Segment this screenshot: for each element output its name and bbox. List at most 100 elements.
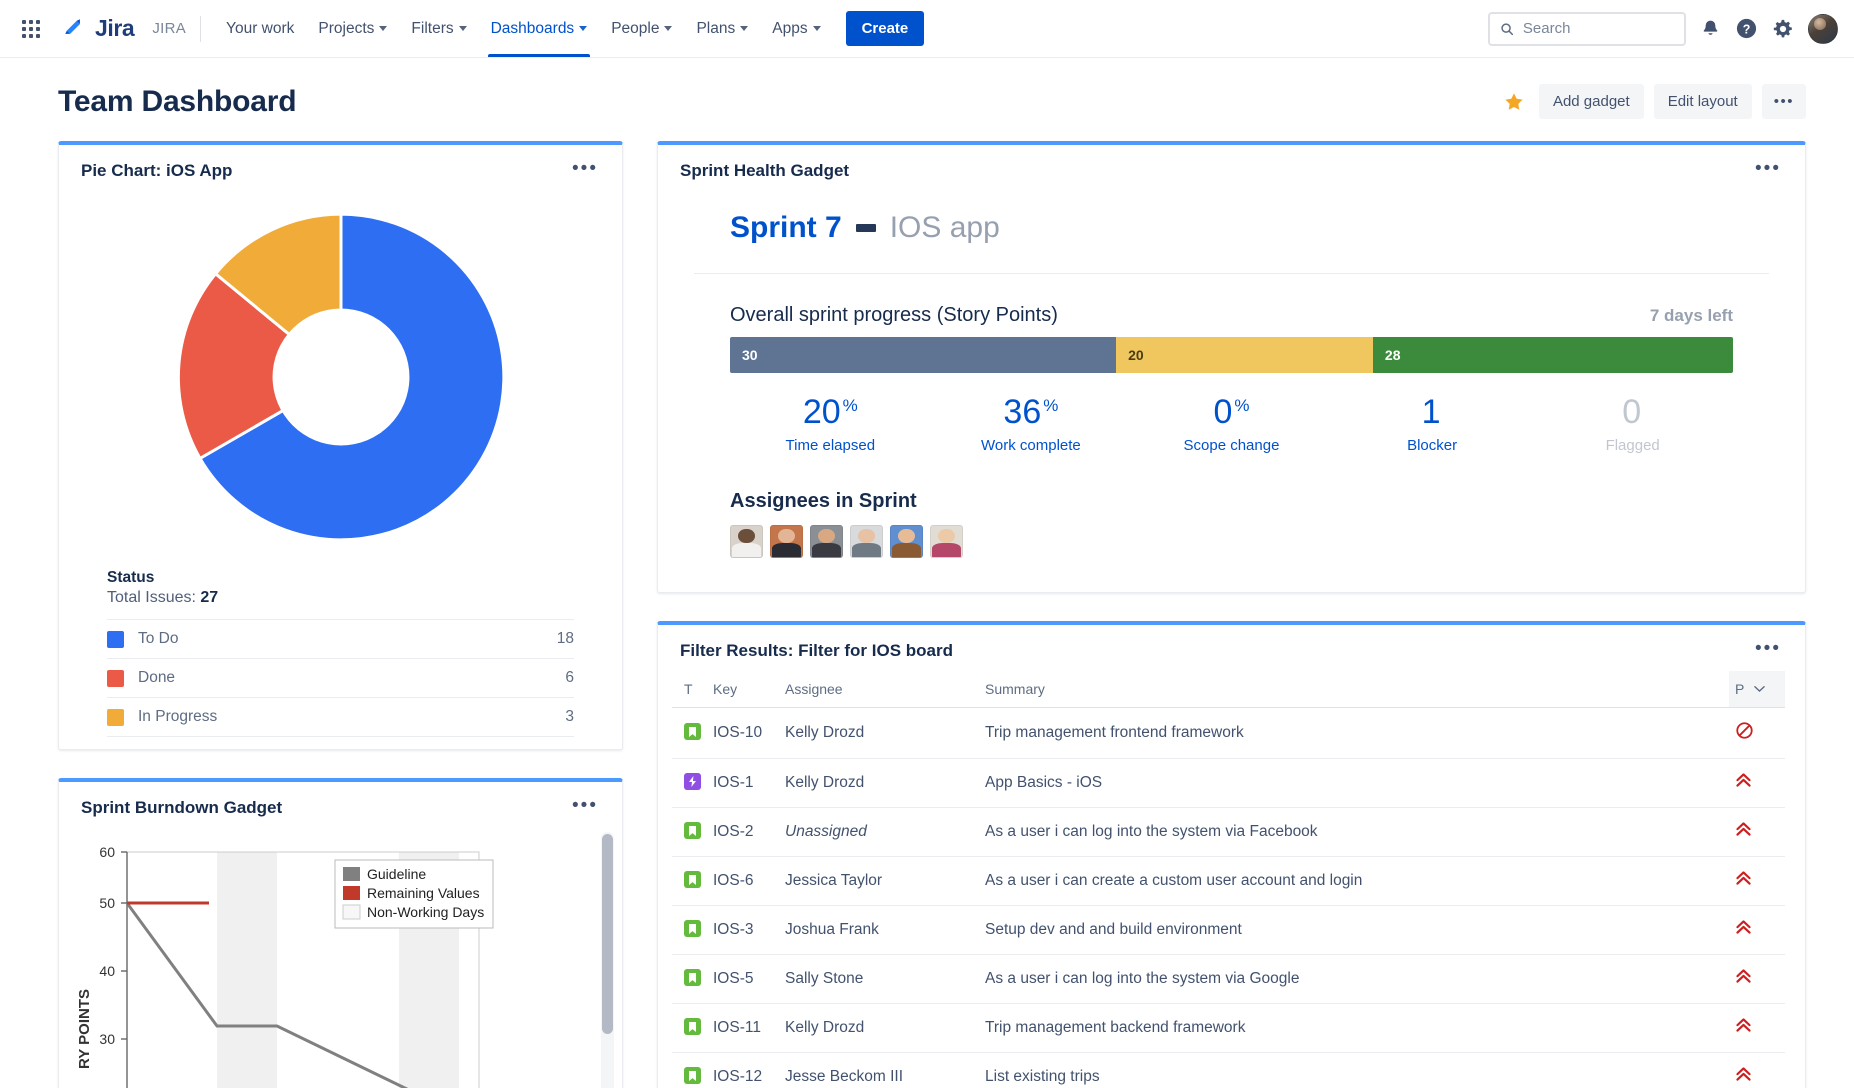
priority-highest-icon [1735, 870, 1752, 887]
dashboard-column-right: Sprint Health Gadget ••• Sprint 7 IOS ap… [657, 141, 1806, 1088]
create-button[interactable]: Create [846, 11, 925, 46]
edit-layout-button[interactable]: Edit layout [1654, 84, 1752, 119]
gadget-title: Filter Results: Filter for IOS board [680, 641, 953, 661]
legend-row-to-do[interactable]: To Do 18 [107, 620, 574, 659]
help-button[interactable]: ? [1735, 17, 1758, 40]
issue-summary-link[interactable]: App Basics - iOS [979, 758, 1729, 807]
table-row[interactable]: IOS-1 Kelly Drozd App Basics - iOS [672, 758, 1785, 807]
scrollbar-thumb[interactable] [602, 834, 613, 1034]
issue-summary-link[interactable]: Trip management backend framework [979, 1003, 1729, 1052]
metric-flagged: 0 Flagged [1532, 395, 1733, 454]
nav-divider [200, 16, 201, 42]
assignee-avatar-5[interactable] [890, 525, 923, 558]
settings-button[interactable] [1772, 18, 1794, 40]
gadget-more-actions-button[interactable]: ••• [1751, 641, 1785, 657]
nav-item-dashboards[interactable]: Dashboards [480, 0, 599, 57]
legend-swatch-icon [107, 670, 124, 687]
assignee-avatar-3[interactable] [810, 525, 843, 558]
favorite-star-button[interactable] [1499, 87, 1529, 117]
app-switcher-button[interactable] [14, 12, 48, 46]
add-gadget-button[interactable]: Add gadget [1539, 84, 1644, 119]
brand-name: Jira [95, 15, 134, 42]
nav-item-apps[interactable]: Apps [761, 0, 831, 57]
nav-item-plans[interactable]: Plans [685, 0, 759, 57]
column-header-summary[interactable]: Summary [979, 671, 1729, 708]
assignee-avatar-2[interactable] [770, 525, 803, 558]
issue-summary-link[interactable]: As a user i can create a custom user acc… [979, 856, 1729, 905]
burndown-chart-canvas: 60 50 40 30 RY POINTS Guideline Remainin… [59, 822, 622, 1088]
gadget-more-actions-button[interactable]: ••• [568, 161, 602, 177]
issue-assignee: Jesse Beckom III [779, 1052, 979, 1088]
legend-row-done[interactable]: Done 6 [107, 659, 574, 698]
issue-key-link[interactable]: IOS-11 [707, 1003, 779, 1052]
gadget-title: Sprint Health Gadget [680, 161, 849, 181]
issue-key-link[interactable]: IOS-3 [707, 905, 779, 954]
assignee-avatar-6[interactable] [930, 525, 963, 558]
nav-item-projects[interactable]: Projects [307, 0, 398, 57]
progress-segment-inprogress[interactable]: 20 [1116, 337, 1373, 373]
table-row[interactable]: IOS-6 Jessica Taylor As a user i can cre… [672, 856, 1785, 905]
legend-label: In Progress [138, 708, 217, 726]
metric-number: 0 [1622, 393, 1641, 431]
issue-key-link[interactable]: IOS-5 [707, 954, 779, 1003]
legend-swatch-nonworking [343, 905, 360, 919]
issue-summary-link[interactable]: Setup dev and and build environment [979, 905, 1729, 954]
issue-key-link[interactable]: IOS-1 [707, 758, 779, 807]
search-box[interactable] [1488, 12, 1686, 46]
jira-home-link[interactable]: Jira [56, 11, 140, 46]
burndown-scrollbar[interactable] [601, 832, 614, 1088]
column-header-type[interactable]: T [672, 671, 707, 708]
sprint-health-body: Sprint 7 IOS app Overall sprint progress… [658, 185, 1805, 592]
gadget-title: Sprint Burndown Gadget [81, 798, 282, 818]
nav-label: Dashboards [491, 20, 575, 38]
chevron-down-icon[interactable] [1754, 685, 1765, 693]
dashboard-more-actions-button[interactable]: ••• [1762, 84, 1806, 119]
column-header-key[interactable]: Key [707, 671, 779, 708]
sprint-name-link[interactable]: Sprint 7 [730, 211, 842, 245]
column-header-priority[interactable]: P [1729, 671, 1785, 708]
legend-label: To Do [138, 630, 179, 648]
days-left-label: 7 days left [1650, 306, 1733, 326]
progress-segment-done[interactable]: 28 [1373, 337, 1733, 373]
nav-item-your-work[interactable]: Your work [215, 0, 305, 57]
progress-segment-todo[interactable]: 30 [730, 337, 1116, 373]
assignee-avatar-4[interactable] [850, 525, 883, 558]
issue-key-link[interactable]: IOS-10 [707, 707, 779, 758]
legend-row-in-progress[interactable]: In Progress 3 [107, 698, 574, 737]
issue-key-link[interactable]: IOS-6 [707, 856, 779, 905]
profile-avatar[interactable] [1808, 14, 1838, 44]
issue-summary-link[interactable]: List existing trips [979, 1052, 1729, 1088]
nav-item-people[interactable]: People [600, 0, 683, 57]
issue-summary-link[interactable]: Trip management frontend framework [979, 707, 1729, 758]
assignee-avatar-1[interactable] [730, 525, 763, 558]
page-header-actions: Add gadget Edit layout ••• [1499, 84, 1806, 119]
jira-logo-icon [62, 16, 88, 42]
column-header-assignee[interactable]: Assignee [779, 671, 979, 708]
nav-item-filters[interactable]: Filters [400, 0, 477, 57]
gadget-more-actions-button[interactable]: ••• [568, 798, 602, 814]
priority-highest-icon [1735, 1066, 1752, 1083]
issue-assignee: Sally Stone [779, 954, 979, 1003]
search-input[interactable] [1523, 20, 1674, 37]
table-row[interactable]: IOS-2 Unassigned As a user i can log int… [672, 807, 1785, 856]
table-row[interactable]: IOS-5 Sally Stone As a user i can log in… [672, 954, 1785, 1003]
pie-status-block: Status Total Issues: 27 To Do [59, 565, 622, 749]
issue-summary-link[interactable]: As a user i can log into the system via … [979, 954, 1729, 1003]
issue-key-link[interactable]: IOS-2 [707, 807, 779, 856]
table-header-row: T Key Assignee Summary P [672, 671, 1785, 708]
sprint-metrics-row: 20% Time elapsed 36% Work complete 0% Sc… [730, 395, 1733, 454]
metric-label: Work complete [931, 437, 1132, 454]
notifications-button[interactable] [1700, 18, 1721, 39]
gadget-header: Filter Results: Filter for IOS board ••• [658, 625, 1805, 669]
table-row[interactable]: IOS-10 Kelly Drozd Trip management front… [672, 707, 1785, 758]
table-row[interactable]: IOS-12 Jesse Beckom III List existing tr… [672, 1052, 1785, 1088]
metric-value: 0% [1131, 395, 1332, 431]
gadget-more-actions-button[interactable]: ••• [1751, 161, 1785, 177]
issues-table-header: T Key Assignee Summary P [672, 671, 1785, 708]
svg-text:?: ? [1743, 22, 1751, 36]
table-row[interactable]: IOS-11 Kelly Drozd Trip management backe… [672, 1003, 1785, 1052]
issue-key-link[interactable]: IOS-12 [707, 1052, 779, 1088]
issue-summary-link[interactable]: As a user i can log into the system via … [979, 807, 1729, 856]
chevron-down-icon [664, 26, 672, 31]
table-row[interactable]: IOS-3 Joshua Frank Setup dev and and bui… [672, 905, 1785, 954]
